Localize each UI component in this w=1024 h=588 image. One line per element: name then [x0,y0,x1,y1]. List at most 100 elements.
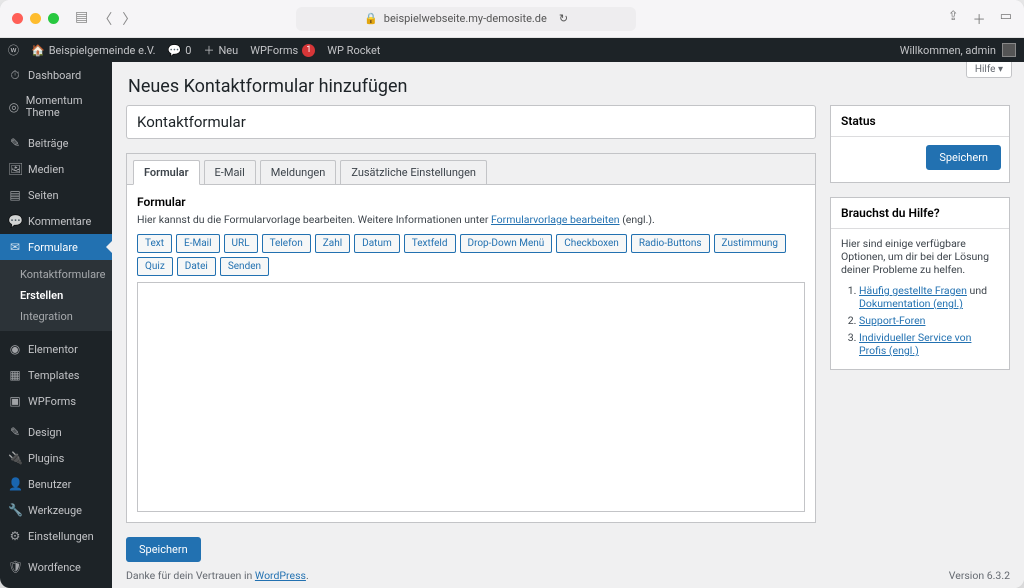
wpforms-icon: ▣ [8,394,22,408]
tools-icon: 🔧 [8,503,22,517]
tab-formular[interactable]: Formular [133,160,200,185]
adminbar-site-name[interactable]: 🏠 Beispielgemeinde e.V. [31,44,156,57]
nav-forward-icon[interactable]: 〉 [122,9,136,29]
avatar[interactable] [1002,43,1016,57]
url-text: beispielwebseite.my-demosite.de [384,12,547,25]
adminbar-comments[interactable]: 💬 0 [168,44,192,57]
tab-additional-settings[interactable]: Zusätzliche Einstellungen [340,160,487,184]
posts-icon: ✎ [8,136,22,150]
field-btn-file[interactable]: Datei [177,257,216,276]
plugins-icon: 🔌 [8,451,22,465]
sidebar-item-beitraege[interactable]: ✎Beiträge [0,130,112,156]
wp-admin-bar: ⓦ 🏠 Beispielgemeinde e.V. 💬 0 ＋ Neu WPFo… [0,38,1024,62]
field-btn-number[interactable]: Zahl [315,234,350,253]
status-box-title: Status [831,106,1009,137]
sidebar-item-formulare[interactable]: ✉Formulare [0,234,112,260]
submenu-integration[interactable]: Integration [0,306,112,327]
adminbar-welcome[interactable]: Willkommen, admin [900,44,996,57]
status-box: Status Speichern [830,105,1010,183]
page-title: Neues Kontaktformular hinzufügen [112,62,1024,105]
field-btn-radio[interactable]: Radio-Buttons [631,234,710,253]
template-edit-link[interactable]: Formularvorlage bearbeiten [491,213,620,226]
tab-email[interactable]: E-Mail [204,160,256,184]
help-item-pro: Individueller Service von Profis (engl.) [859,331,999,357]
field-btn-textarea[interactable]: Textfeld [404,234,456,253]
field-btn-checkboxes[interactable]: Checkboxen [556,234,627,253]
tabs-icon[interactable]: ▭ [1000,9,1012,28]
forms-icon: ✉ [8,240,22,254]
sidebar-item-dashboard[interactable]: ⏱Dashboard [0,62,112,89]
sidebar-item-design[interactable]: ✎Design [0,419,112,445]
tab-meldungen[interactable]: Meldungen [260,160,337,184]
appearance-icon: ✎ [8,425,22,439]
sidebar-item-werkzeuge[interactable]: 🔧Werkzeuge [0,497,112,523]
help-box: Brauchst du Hilfe? Hier sind einige verf… [830,197,1010,370]
sidebar-item-benutzer[interactable]: 👤Benutzer [0,471,112,497]
field-btn-acceptance[interactable]: Zustimmung [714,234,786,253]
users-icon: 👤 [8,477,22,491]
minimize-window-icon[interactable] [30,13,41,24]
title-input-wrap [126,105,816,139]
field-btn-text[interactable]: Text [137,234,172,253]
sidebar-toggle-icon[interactable]: ▤ [75,9,88,29]
field-btn-url[interactable]: URL [224,234,258,253]
adminbar-new[interactable]: ＋ Neu [203,42,238,58]
pages-icon: ▤ [8,188,22,202]
field-btn-email[interactable]: E-Mail [176,234,219,253]
adminbar-wprocket[interactable]: WP Rocket [327,44,380,57]
close-window-icon[interactable] [12,13,23,24]
help-box-title: Brauchst du Hilfe? [831,198,1009,229]
tab-panel-formular: Formular Hier kannst du die Formularvorl… [127,185,815,522]
field-buttons: Text E-Mail URL Telefon Zahl Datum Textf… [137,234,805,276]
submenu-kontaktformulare[interactable]: Kontaktformulare [0,264,112,285]
wp-logo-icon[interactable]: ⓦ [8,42,19,58]
help-link-pro-service[interactable]: Individueller Service von Profis (engl.) [859,331,971,357]
theme-icon: ◎ [8,100,20,114]
media-icon: 🖼 [8,162,22,176]
help-link-faq[interactable]: Häufig gestellte Fragen [859,284,967,297]
settings-icon: ⚙ [8,529,22,543]
submenu-erstellen[interactable]: Erstellen [0,285,112,306]
form-title-input[interactable] [127,106,815,138]
url-bar[interactable]: 🔒 beispielwebseite.my-demosite.de ↻ [296,7,636,31]
sidebar-item-einstellungen[interactable]: ⚙Einstellungen [0,523,112,549]
field-btn-quiz[interactable]: Quiz [137,257,173,276]
sidebar-item-momentum-theme[interactable]: ◎Momentum Theme [0,89,112,125]
new-tab-icon[interactable]: ＋ [973,9,986,28]
refresh-icon[interactable]: ↻ [559,12,568,25]
help-tab[interactable]: Hilfe ▾ [966,62,1012,78]
zoom-window-icon[interactable] [48,13,59,24]
panel-description: Hier kannst du die Formularvorlage bearb… [137,213,805,226]
sidebar-item-elementor[interactable]: ◉Elementor [0,336,112,362]
sidebar-item-wpforms[interactable]: ▣WPForms [0,388,112,414]
field-btn-date[interactable]: Datum [354,234,400,253]
help-intro: Hier sind einige verfügbare Optionen, um… [841,237,999,276]
sidebar-item-medien[interactable]: 🖼Medien [0,156,112,182]
field-btn-dropdown[interactable]: Drop-Down Menü [460,234,553,253]
main-content: Hilfe ▾ Neues Kontaktformular hinzufügen… [112,62,1024,588]
help-link-docs[interactable]: Dokumentation (engl.) [859,297,963,310]
save-button[interactable]: Speichern [126,537,201,562]
footer-wordpress-link[interactable]: WordPress [255,569,306,582]
window-controls [12,13,59,24]
field-btn-tel[interactable]: Telefon [262,234,311,253]
form-editor-box: Formular E-Mail Meldungen Zusätzliche Ei… [126,153,816,523]
elementor-icon: ◉ [8,342,22,356]
footer-version: Version 6.3.2 [949,569,1010,582]
sidebar-item-plugins[interactable]: 🔌Plugins [0,445,112,471]
form-template-textarea[interactable] [137,282,805,512]
sidebar-item-seiten[interactable]: ▤Seiten [0,182,112,208]
sidebar-item-kommentare[interactable]: 💬Kommentare [0,208,112,234]
sidebar-collapse[interactable]: ◀Menü einklappen [0,580,112,588]
nav-back-icon[interactable]: 〈 [98,9,112,29]
panel-title: Formular [137,195,805,209]
side-save-button[interactable]: Speichern [926,145,1001,170]
admin-sidebar: ⏱Dashboard ◎Momentum Theme ✎Beiträge 🖼Me… [0,62,112,588]
sidebar-item-templates[interactable]: ▦Templates [0,362,112,388]
field-btn-submit[interactable]: Senden [220,257,269,276]
adminbar-wpforms[interactable]: WPForms 1 [250,44,315,57]
sidebar-item-wordfence[interactable]: 🛡Wordfence [0,554,112,580]
share-icon[interactable]: ⇪ [948,9,959,28]
help-link-forums[interactable]: Support-Foren [859,314,925,327]
admin-footer: Danke für dein Vertrauen in WordPress. V… [126,569,1010,582]
